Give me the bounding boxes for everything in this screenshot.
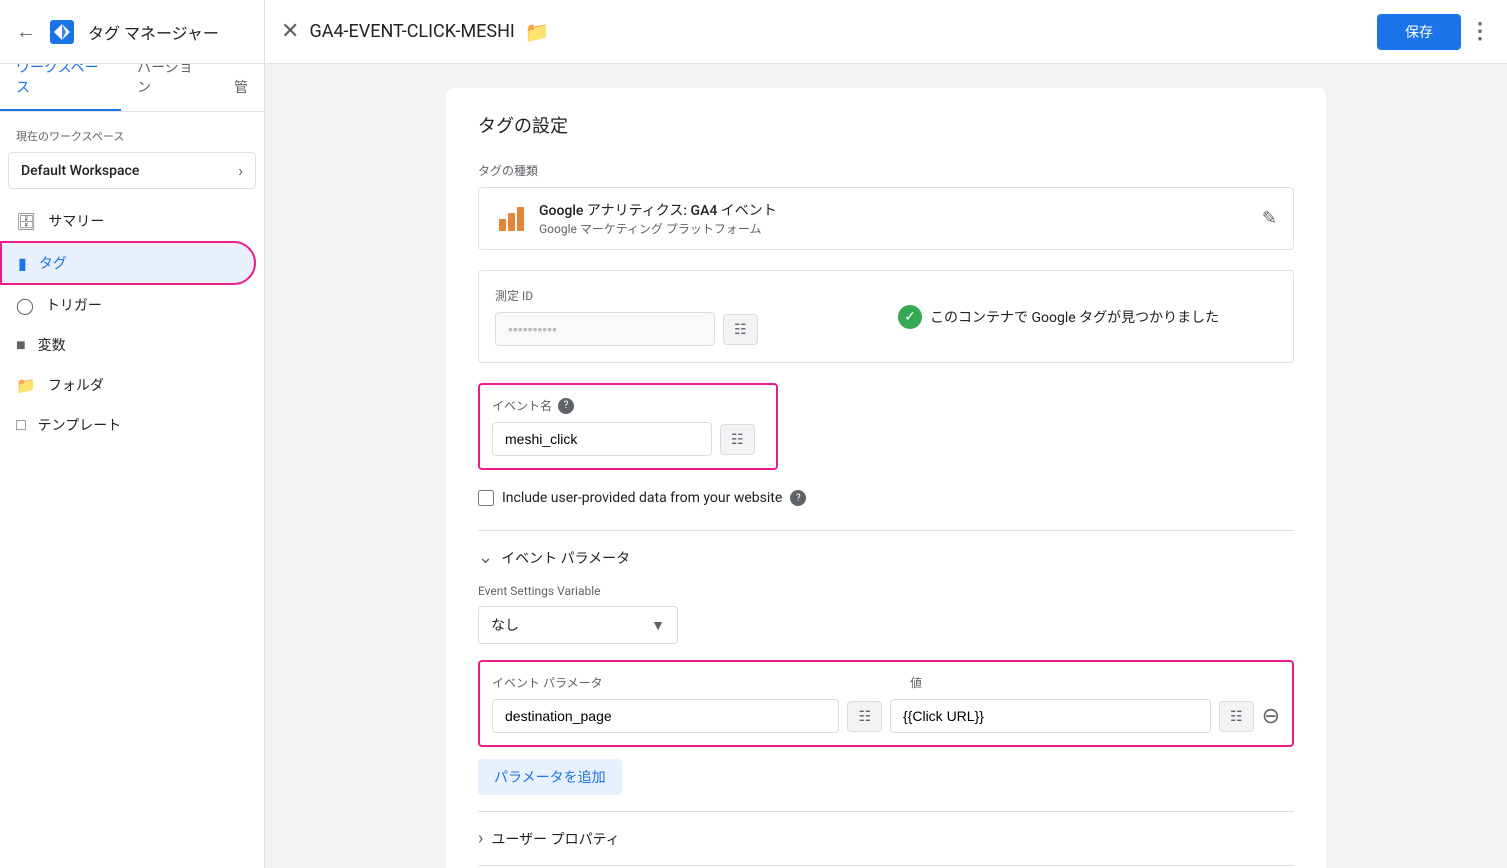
sidebar-item-templates[interactable]: □ テンプレート — [0, 405, 256, 445]
tags-icon: ▮ — [18, 254, 27, 273]
event-name-help-icon[interactable]: ? — [558, 398, 574, 414]
param-name-var-btn[interactable]: ☷ — [847, 701, 882, 732]
gtm-logo — [44, 14, 80, 50]
tag-type-sub: Google マーケティング プラットフォーム — [539, 220, 777, 237]
measurement-id-input[interactable] — [495, 312, 715, 346]
close-icon[interactable]: ✕ — [281, 19, 299, 44]
save-button[interactable]: 保存 — [1377, 14, 1461, 50]
panel-title: タグの設定 — [478, 112, 1294, 138]
user-data-checkbox[interactable] — [478, 490, 494, 506]
event-name-label: イベント名 — [492, 397, 552, 414]
workspace-name: Default Workspace — [21, 163, 139, 179]
event-params-section-label: イベント パラメータ — [501, 548, 630, 568]
edit-tag-type-icon[interactable]: ✎ — [1262, 208, 1277, 229]
measurement-id-label: 測定 ID — [495, 287, 874, 304]
event-settings-var-select[interactable]: なし ▼ — [478, 606, 678, 644]
google-tag-found-check-icon: ✓ — [898, 305, 922, 329]
workspace-chevron-icon: › — [238, 161, 243, 180]
variables-icon: ■ — [16, 335, 26, 355]
tag-title: GA4-EVENT-CLICK-MESHI — [309, 21, 514, 42]
param-name-input[interactable] — [492, 699, 839, 733]
app-title: タグ マネージャー — [88, 20, 219, 44]
sidebar-label-triggers: トリガー — [46, 295, 102, 315]
params-val-header: 値 — [910, 674, 1280, 691]
params-col-header: イベント パラメータ — [492, 674, 862, 691]
event-params-table: イベント パラメータ 値 ☷ ☷ ⊖ — [478, 660, 1294, 747]
tag-type-card: Google アナリティクス: GA4 イベント Google マーケティング … — [478, 187, 1294, 250]
templates-icon: □ — [16, 415, 26, 435]
tab-version[interactable]: バージョン — [121, 64, 218, 111]
summary-icon: 🗄 — [16, 212, 36, 231]
back-button[interactable]: ← — [16, 19, 36, 44]
sidebar-item-folders[interactable]: 📁 フォルダ — [0, 365, 256, 405]
sidebar-item-variables[interactable]: ■ 変数 — [0, 325, 256, 365]
folder-icon[interactable]: 📁 — [525, 20, 550, 44]
sidebar-item-summary[interactable]: 🗄 サマリー — [0, 201, 256, 241]
sidebar-label-variables: 変数 — [38, 335, 66, 355]
sidebar-item-tags[interactable]: ▮ タグ — [0, 241, 256, 285]
event-settings-var-label: Event Settings Variable — [478, 584, 1294, 598]
sidebar-item-triggers[interactable]: ◯ トリガー — [0, 285, 256, 325]
sidebar-label-tags: タグ — [39, 253, 67, 273]
workspace-section-label: 現在のワークスペース — [0, 124, 264, 148]
triggers-icon: ◯ — [16, 296, 34, 315]
tag-type-name: Google アナリティクス: GA4 イベント — [539, 200, 777, 220]
remove-param-btn[interactable]: ⊖ — [1262, 705, 1280, 727]
tag-type-label: タグの種類 — [478, 162, 1294, 179]
param-value-input[interactable] — [890, 699, 1211, 733]
sidebar-label-folders: フォルダ — [48, 375, 104, 395]
checkbox-help-icon[interactable]: ? — [790, 490, 806, 506]
workspace-selector[interactable]: Default Workspace › — [8, 152, 256, 189]
event-settings-value: なし — [491, 615, 519, 635]
user-props-label: ユーザー プロパティ — [491, 829, 619, 849]
tab-admin[interactable]: 管 — [218, 65, 264, 111]
event-name-section: イベント名 ? ☷ — [478, 383, 778, 470]
ga4-analytics-icon — [495, 203, 527, 235]
more-options-icon[interactable]: ⋮ — [1469, 19, 1491, 44]
measurement-id-var-btn[interactable]: ☷ — [723, 314, 758, 345]
event-params-section-header[interactable]: ⌄ イベント パラメータ — [478, 547, 1294, 568]
event-name-input[interactable] — [492, 422, 712, 456]
folders-icon: 📁 — [16, 376, 36, 395]
param-value-var-btn[interactable]: ☷ — [1219, 701, 1254, 732]
user-props-header[interactable]: › ユーザー プロパティ — [478, 824, 1294, 853]
user-props-section: › ユーザー プロパティ — [478, 811, 1294, 853]
user-props-chevron-icon: › — [478, 828, 483, 849]
table-row: ☷ ☷ ⊖ — [492, 699, 1280, 733]
google-tag-found-text: このコンテナで Google タグが見つかりました — [930, 307, 1219, 327]
event-params-chevron-icon: ⌄ — [478, 547, 493, 568]
event-name-var-btn[interactable]: ☷ — [720, 424, 755, 455]
select-arrow-icon: ▼ — [651, 617, 665, 634]
checkbox-label: Include user-provided data from your web… — [502, 490, 782, 506]
tab-workspace[interactable]: ワークスペース — [0, 64, 121, 111]
add-param-button[interactable]: パラメータを追加 — [478, 759, 622, 795]
sidebar-label-summary: サマリー — [48, 211, 104, 231]
sidebar-label-templates: テンプレート — [38, 415, 122, 435]
